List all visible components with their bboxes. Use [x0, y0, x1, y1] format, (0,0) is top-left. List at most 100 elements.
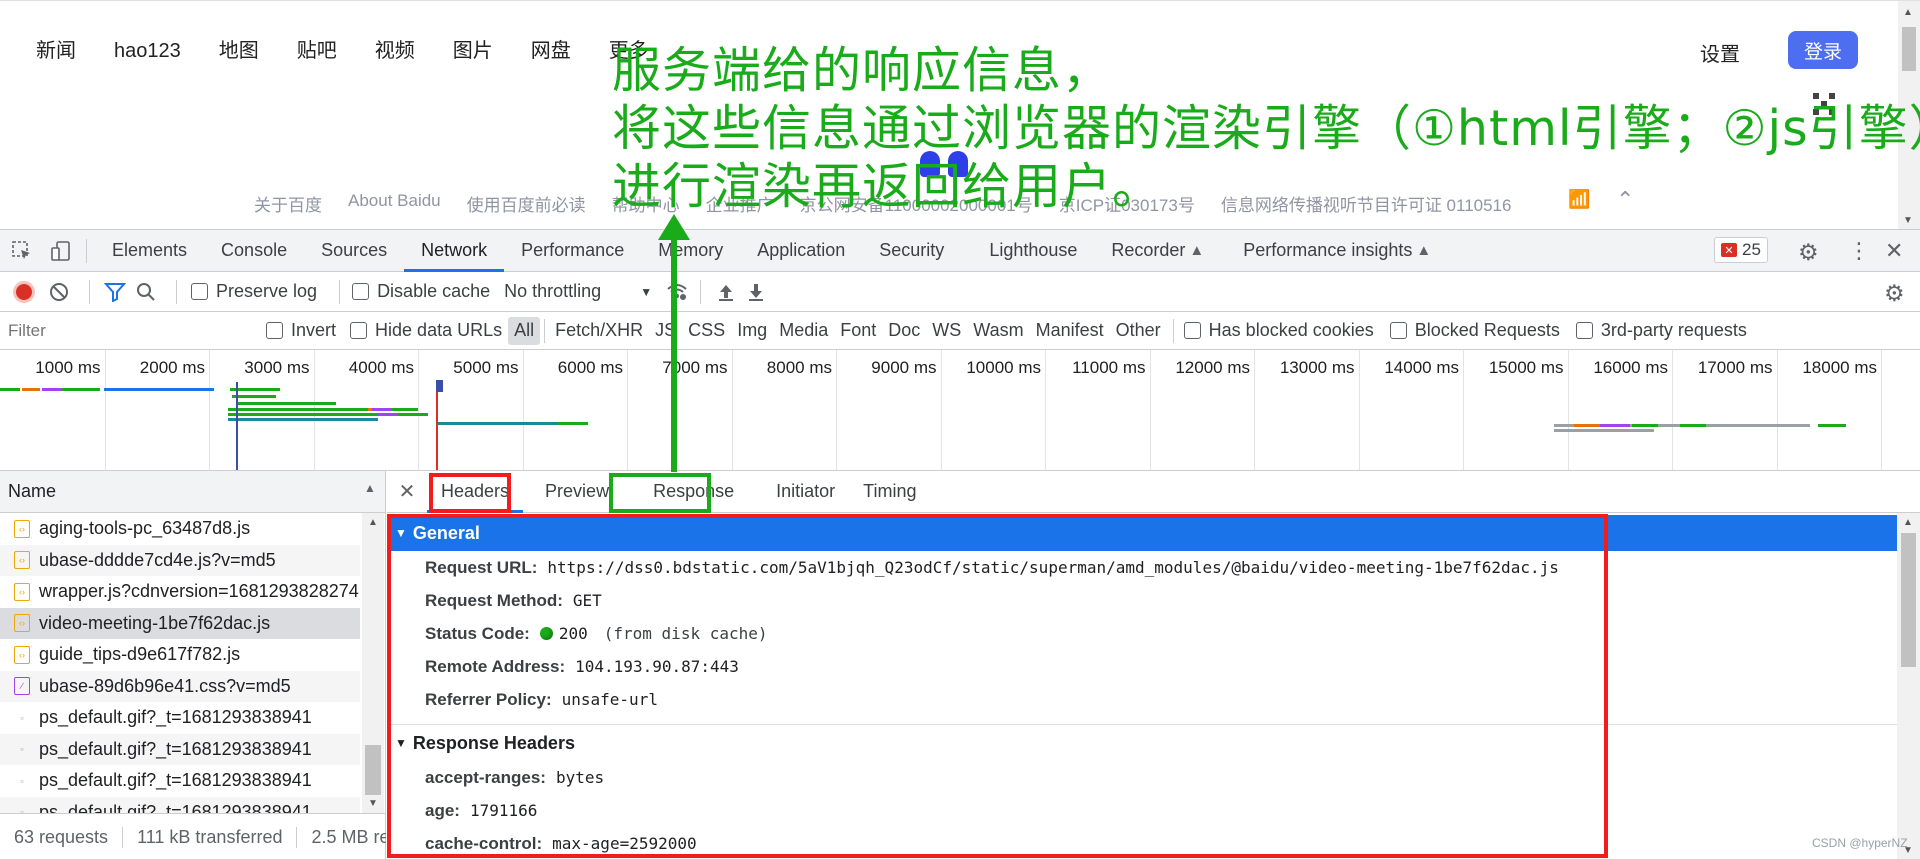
nav-tieba[interactable]: 贴吧	[297, 37, 337, 65]
js-file-icon: ‹›	[14, 551, 30, 570]
tab-application[interactable]: Application	[740, 230, 862, 272]
header-value[interactable]: 200	[559, 624, 588, 643]
detail-tab-response[interactable]: Response	[623, 471, 748, 513]
request-name: ps_default.gif?_t=1681293838941	[39, 738, 312, 759]
invert-checkbox[interactable]: Invert	[266, 320, 336, 341]
close-detail-icon[interactable]: ✕	[387, 479, 427, 504]
scroll-down-icon[interactable]: ▼	[368, 798, 378, 809]
detail-tab-timing[interactable]: Timing	[849, 471, 930, 513]
header-value[interactable]: 104.193.90.87:443	[575, 657, 739, 676]
scroll-up-icon[interactable]: ▲	[368, 517, 378, 528]
nav-pan[interactable]: 网盘	[531, 37, 571, 65]
nav-hao123[interactable]: hao123	[114, 37, 181, 65]
filter-input[interactable]	[0, 315, 248, 346]
header-value[interactable]: https://dss0.bdstatic.com/5aV1bjqh_Q23od…	[547, 558, 1558, 577]
blocked-requests-checkbox[interactable]: Blocked Requests	[1389, 320, 1560, 341]
export-har-icon[interactable]	[747, 282, 765, 302]
scroll-thumb[interactable]	[365, 745, 381, 795]
device-toolbar-icon[interactable]	[44, 240, 78, 262]
throttling-select[interactable]: No throttling ▼	[504, 281, 652, 302]
request-row[interactable]: ‹› aging-tools-pc_63487d8.js	[0, 513, 360, 545]
type-filter-fetch-xhr[interactable]: Fetch/XHR	[549, 317, 649, 345]
detail-tab-preview[interactable]: Preview	[523, 471, 623, 513]
type-filter-css[interactable]: CSS	[682, 317, 731, 345]
nav-images[interactable]: 图片	[453, 37, 493, 65]
type-filter-media[interactable]: Media	[773, 317, 834, 345]
detail-tab-initiator[interactable]: Initiator	[748, 471, 849, 513]
error-count-badge[interactable]: ✕ 25	[1714, 237, 1768, 263]
tab-security[interactable]: Security	[862, 230, 972, 272]
footer-link[interactable]: About Baidu	[348, 191, 441, 216]
footer-link[interactable]: 使用百度前必读	[467, 191, 586, 216]
hide-data-urls-checkbox[interactable]: Hide data URLs	[350, 320, 502, 341]
request-row[interactable]: ‹› ubase-dddde7cd4e.js?v=md5	[0, 544, 360, 576]
tab-recorder[interactable]: Recorder	[1094, 230, 1189, 272]
third-party-requests-checkbox[interactable]: 3rd-party requests	[1575, 320, 1747, 341]
request-row[interactable]: ‹› wrapper.js?cdnversion=1681293828274...	[0, 576, 360, 608]
close-icon[interactable]: ✕	[1885, 238, 1903, 264]
request-row[interactable]: ▫ ps_default.gif?_t=1681293838941	[0, 702, 360, 734]
record-icon[interactable]	[13, 280, 35, 303]
request-list-scrollbar[interactable]: ▲ ▼	[362, 513, 384, 813]
header-row: age: 1791166	[387, 794, 1897, 827]
detail-scrollbar[interactable]: ▲ ▼	[1897, 513, 1920, 859]
scroll-down-icon[interactable]: ▼	[1903, 215, 1913, 226]
gear-icon[interactable]: ⚙	[1798, 239, 1819, 266]
type-filter-img[interactable]: Img	[731, 317, 773, 345]
devtools-tabbar: Elements Console Sources Network Perform…	[0, 230, 1920, 272]
disable-cache-checkbox[interactable]: Disable cache	[352, 281, 490, 302]
request-row[interactable]: ▫ ps_default.gif?_t=1681293838941	[0, 765, 360, 797]
import-har-icon[interactable]	[717, 282, 735, 302]
network-settings-icon[interactable]: ⚙	[1884, 280, 1905, 307]
search-icon[interactable]	[136, 282, 156, 302]
tab-performance[interactable]: Performance	[504, 230, 641, 272]
header-value[interactable]: max-age=2592000	[552, 834, 697, 853]
type-filter-all[interactable]: All	[508, 316, 541, 345]
clear-icon[interactable]	[49, 282, 69, 302]
tab-network[interactable]: Network	[404, 230, 505, 272]
request-row[interactable]: ▫ ps_default.gif?_t=1681293838941	[0, 796, 360, 813]
tab-lighthouse[interactable]: Lighthouse	[972, 230, 1094, 272]
tab-console[interactable]: Console	[204, 230, 304, 272]
has-blocked-cookies-checkbox[interactable]: Has blocked cookies	[1183, 320, 1374, 341]
general-section-header[interactable]: ▼ General	[387, 515, 1897, 551]
request-row[interactable]: ‹› guide_tips-d9e617f782.js	[0, 639, 360, 671]
scroll-up-icon[interactable]: ▲	[1903, 517, 1913, 528]
type-filter-doc[interactable]: Doc	[882, 317, 926, 345]
detail-tab-headers[interactable]: Headers	[427, 471, 524, 513]
request-count: 63 requests	[14, 826, 124, 848]
tab-memory[interactable]: Memory	[641, 230, 740, 272]
nav-map[interactable]: 地图	[219, 37, 259, 65]
request-row[interactable]: ∕ ubase-89d6b96e41.css?v=md5	[0, 670, 360, 702]
type-filter-font[interactable]: Font	[834, 317, 882, 345]
name-column-header[interactable]: Name ▲	[0, 471, 385, 513]
scroll-up-icon[interactable]: ▲	[1903, 7, 1913, 18]
type-filter-ws[interactable]: WS	[926, 317, 967, 345]
more-vert-icon[interactable]: ⋮	[1848, 238, 1870, 264]
request-row[interactable]: ‹› video-meeting-1be7f62dac.js	[0, 607, 360, 639]
scroll-thumb[interactable]	[1901, 533, 1916, 667]
request-row[interactable]: ▫ ps_default.gif?_t=1681293838941	[0, 733, 360, 765]
type-filter-manifest[interactable]: Manifest	[1030, 317, 1110, 345]
filter-icon[interactable]	[104, 282, 126, 302]
header-value[interactable]: 1791166	[470, 801, 537, 820]
header-value[interactable]: bytes	[556, 768, 604, 787]
network-overview-timeline[interactable]: 1000 ms 2000 ms 3000 ms 4000 ms 5000 ms 6000 …	[0, 350, 1920, 471]
general-title: General	[412, 522, 480, 543]
inspect-element-icon[interactable]	[0, 240, 44, 262]
type-filter-other[interactable]: Other	[1110, 317, 1167, 345]
type-filter-wasm[interactable]: Wasm	[967, 317, 1029, 345]
nav-news[interactable]: 新闻	[36, 37, 76, 65]
header-value[interactable]: unsafe-url	[562, 690, 658, 709]
tab-sources[interactable]: Sources	[304, 230, 404, 272]
response-headers-section-header[interactable]: ▼ Response Headers	[387, 725, 1897, 761]
tab-elements[interactable]: Elements	[95, 230, 204, 272]
sort-up-icon[interactable]: ▲	[364, 481, 376, 495]
scroll-thumb[interactable]	[1902, 27, 1916, 71]
tab-performance-insights[interactable]: Performance insights	[1226, 230, 1416, 272]
preserve-log-checkbox[interactable]: Preserve log	[191, 281, 317, 302]
footer-link[interactable]: 关于百度	[254, 191, 322, 216]
header-value[interactable]: GET	[573, 591, 602, 610]
annotation-line: 将这些信息通过浏览器的渲染引擎（①html引擎；②js引擎）	[612, 100, 1920, 157]
nav-video[interactable]: 视频	[375, 37, 415, 65]
